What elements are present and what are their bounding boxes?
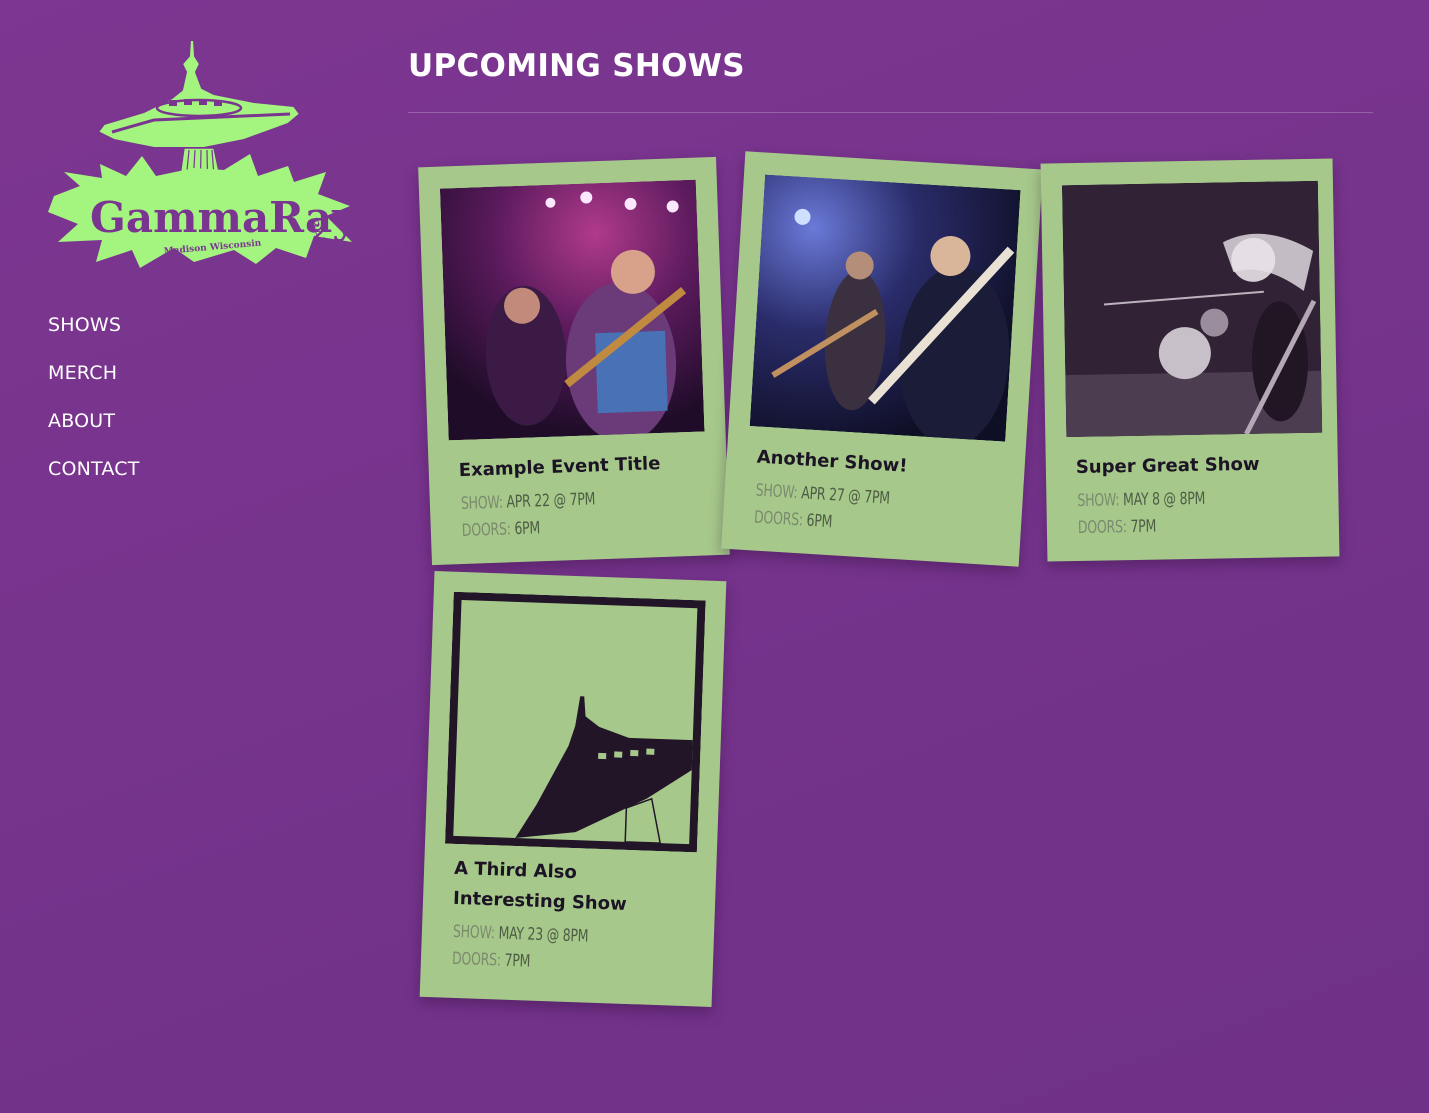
event-doors-time: DOORS: 6PM [462,518,541,541]
show-label: SHOW: [755,480,799,504]
event-photo [1061,180,1323,438]
event-card[interactable]: Super Great Show SHOW: MAY 8 @ 8PM DOORS… [1040,158,1340,562]
doors-time-value: 6PM [805,510,833,533]
event-card[interactable]: Example Event Title SHOW: APR 22 @ 7PM D… [418,156,730,566]
event-photo [749,174,1021,442]
doors-label: DOORS: [451,948,502,971]
event-doors-time: DOORS: 6PM [753,508,832,533]
doors-label: DOORS: [1077,517,1127,538]
nav-item-about: ABOUT [48,408,140,456]
show-label: SHOW: [460,492,504,515]
event-title[interactable]: Super Great Show [1076,449,1316,483]
event-show-time: SHOW: MAY 8 @ 8PM [1077,489,1205,511]
nav-item-merch: MERCH [48,360,140,408]
doors-label: DOORS: [461,519,512,542]
event-doors-time: DOORS: 7PM [452,949,531,972]
show-label: SHOW: [1077,490,1120,511]
doors-time-value: 7PM [1130,516,1157,538]
page-title: UPCOMING SHOWS [408,48,745,84]
show-time-value: APR 27 @ 7PM [800,483,891,509]
gammaray-logo[interactable]: GammaRay BAR Madison Wisconsin [44,36,358,280]
event-doors-time: DOORS: 7PM [1078,517,1157,538]
show-time-value: MAY 23 @ 8PM [498,923,589,947]
event-title[interactable]: Example Event Title [458,448,699,486]
show-time-value: APR 22 @ 7PM [506,489,596,513]
nav-link-shows[interactable]: SHOWS [48,314,121,336]
show-time-value: MAY 8 @ 8PM [1122,488,1206,511]
nav-item-shows: SHOWS [48,312,140,360]
event-photo [439,179,705,441]
nav-link-contact[interactable]: CONTACT [48,458,140,480]
main-nav: SHOWS MERCH ABOUT CONTACT [48,312,140,504]
doors-time-value: 6PM [514,518,541,540]
heading-divider [408,112,1373,113]
show-label: SHOW: [452,921,496,944]
doors-time-value: 7PM [504,950,531,972]
event-card[interactable]: Another Show! SHOW: APR 27 @ 7PM DOORS: … [721,151,1043,567]
event-show-time: SHOW: APR 22 @ 7PM [461,489,596,514]
nav-link-merch[interactable]: MERCH [48,362,117,384]
nav-item-contact: CONTACT [48,456,140,504]
event-card[interactable]: A Third Also Interesting Show SHOW: MAY … [419,571,727,1007]
event-show-time: SHOW: MAY 23 @ 8PM [453,922,589,947]
nav-link-about[interactable]: ABOUT [48,410,115,432]
event-show-time: SHOW: APR 27 @ 7PM [755,481,890,509]
event-title[interactable]: Another Show! [756,443,997,488]
doors-label: DOORS: [753,507,804,531]
event-photo [445,591,706,853]
event-title[interactable]: A Third Also Interesting Show [453,854,695,922]
